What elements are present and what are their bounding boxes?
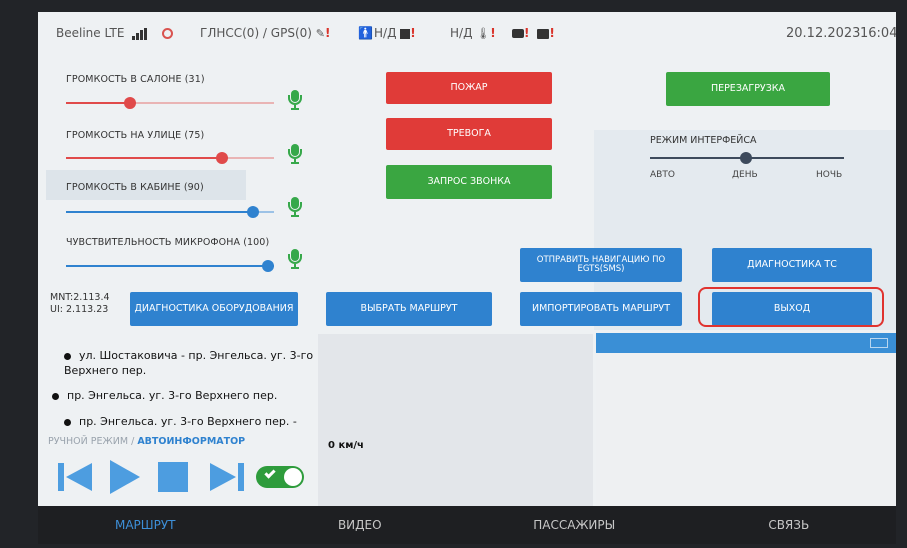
slider-knob[interactable]: [216, 152, 228, 164]
stop-icon[interactable]: [158, 462, 188, 492]
list-item[interactable]: пр. Энгельса. уг. 3-го Верхнего пер. -: [64, 414, 314, 429]
status-bar: Beeline LTE ГЛНСС(0) / GPS(0) ✎! 🚹 Н/Д !…: [38, 12, 896, 54]
autoinformator-toggle[interactable]: [256, 466, 304, 488]
mic-sensitivity-label: ЧУВСТВИТЕЛЬНОСТЬ МИКРОФОНА (100): [66, 237, 270, 248]
value1-warning: !: [410, 26, 416, 40]
thermometer-icon: 🌡: [476, 27, 491, 40]
bullet-icon: [64, 352, 71, 360]
time: 16:04: [860, 26, 896, 41]
microphone-icon[interactable]: [288, 197, 302, 217]
globe-icon: [162, 26, 173, 40]
check-icon: [264, 467, 276, 479]
route-stop-text: ул. Шостаковича - пр. Энгельса. уг. 3-го…: [64, 349, 314, 377]
tab-bar: МАРШРУТ ВИДЕО ПАССАЖИРЫ СВЯЗЬ: [38, 506, 896, 544]
value2-text: Н/Д: [450, 26, 473, 40]
slider-knob[interactable]: [247, 206, 259, 218]
map-area[interactable]: [596, 353, 896, 506]
ui-version: UI: 2.113.23: [50, 304, 109, 315]
tab-video[interactable]: ВИДЕО: [253, 506, 468, 544]
exit-button-highlight: [698, 287, 884, 327]
tab-passengers[interactable]: ПАССАЖИРЫ: [467, 506, 682, 544]
date: 20.12.2023: [786, 26, 861, 41]
network-status: Beeline LTE: [56, 26, 148, 40]
video-area: [318, 334, 593, 506]
reboot-button[interactable]: ПЕРЕЗАГРУЗКА: [666, 72, 830, 106]
cabin-volume-slider[interactable]: [66, 211, 274, 213]
fire-button[interactable]: ПОЖАР: [386, 72, 552, 104]
list-item[interactable]: пр. Энгельса. уг. 3-го Верхнего пер.: [52, 388, 312, 403]
alarm-button[interactable]: ТРЕВОГА: [386, 118, 552, 150]
hw-diag-button[interactable]: ДИАГНОСТИКА ОБОРУДОВАНИЯ: [130, 292, 298, 326]
microphone-icon[interactable]: [288, 90, 302, 110]
value1-text: Н/Д: [374, 26, 397, 40]
bullet-icon: [52, 392, 59, 400]
mic-sensitivity-slider[interactable]: [66, 265, 274, 267]
vehicle-diag-button[interactable]: ДИАГНОСТИКА ТС: [712, 248, 872, 282]
send-nav-button[interactable]: ОТПРАВИТЬ НАВИГАЦИЮ ПО EGTS(SMS): [520, 248, 682, 282]
interface-mode-knob[interactable]: [740, 152, 752, 164]
call-request-button[interactable]: ЗАПРОС ЗВОНКА: [386, 165, 552, 199]
bullet-icon: [64, 418, 71, 426]
device-bezel: Beeline LTE ГЛНСС(0) / GPS(0) ✎! 🚹 Н/Д !…: [0, 0, 907, 548]
microphone-icon[interactable]: [288, 249, 302, 269]
salon-volume-label: ГРОМКОСТЬ В САЛОНЕ (31): [66, 74, 205, 85]
mnt-version: MNT:2.113.4: [50, 292, 110, 303]
street-volume-label: ГРОМКОСТЬ НА УЛИЦЕ (75): [66, 130, 205, 141]
person-icon: 🚹: [358, 26, 373, 40]
map-header: [596, 333, 896, 353]
value1-status: Н/Д !: [374, 26, 416, 40]
screen: Beeline LTE ГЛНСС(0) / GPS(0) ✎! 🚹 Н/Д !…: [38, 12, 896, 544]
select-route-button[interactable]: ВЫБРАТЬ МАРШРУТ: [326, 292, 492, 326]
value2-warning: !: [490, 26, 496, 40]
speed-readout: 0 км/ч: [328, 440, 364, 451]
gnss-warning: !: [325, 26, 331, 40]
printer-icon: [537, 28, 550, 39]
slider-knob[interactable]: [124, 97, 136, 109]
slider-knob[interactable]: [262, 260, 274, 272]
salon-volume-slider[interactable]: [66, 102, 274, 104]
signal-icon: [132, 28, 148, 40]
previous-icon[interactable]: [56, 460, 96, 494]
next-icon[interactable]: [206, 460, 246, 494]
mode-separator: /: [131, 436, 135, 447]
satellite-icon: ✎: [315, 27, 325, 40]
validator-icon: [512, 29, 524, 38]
interface-mode-label: РЕЖИМ ИНТЕРФЕЙСА: [650, 135, 757, 146]
gnss-text: ГЛНСС(0) / GPS(0): [200, 26, 312, 40]
tab-communication[interactable]: СВЯЗЬ: [682, 506, 897, 544]
mode-day[interactable]: ДЕНЬ: [732, 170, 758, 180]
route-stop-text: пр. Энгельса. уг. 3-го Верхнего пер. -: [79, 415, 297, 428]
gnss-status: ГЛНСС(0) / GPS(0) ✎!: [200, 26, 330, 40]
route-stop-text: пр. Энгельса. уг. 3-го Верхнего пер.: [67, 389, 278, 402]
microphone-icon[interactable]: [288, 144, 302, 164]
toggle-knob: [284, 468, 302, 486]
manual-mode-link[interactable]: РУЧНОЙ РЕЖИМ: [48, 436, 128, 447]
version-info: MNT:2.113.4 UI: 2.113.23: [50, 292, 110, 316]
expand-icon[interactable]: [870, 338, 888, 348]
network-name: Beeline LTE: [56, 26, 125, 40]
mode-switch: РУЧНОЙ РЕЖИМ / АВТОИНФОРМАТОР: [48, 436, 245, 447]
tab-route[interactable]: МАРШРУТ: [38, 506, 253, 544]
validator-warning: !: [524, 26, 530, 40]
import-route-button[interactable]: ИМПОРТИРОВАТЬ МАРШРУТ: [520, 292, 682, 326]
list-item[interactable]: ул. Шостаковича - пр. Энгельса. уг. 3-го…: [64, 348, 314, 378]
validator-status: ! !: [512, 26, 555, 40]
value2-status: Н/Д 🌡!: [450, 26, 496, 40]
street-volume-slider[interactable]: [66, 157, 274, 159]
printer-warning: !: [549, 26, 555, 40]
auto-mode-link[interactable]: АВТОИНФОРМАТОР: [137, 436, 245, 447]
play-icon[interactable]: [106, 458, 144, 496]
mode-night[interactable]: НОЧЬ: [816, 170, 842, 180]
mode-auto[interactable]: АВТО: [650, 170, 675, 180]
battery-icon: [400, 28, 411, 39]
cabin-volume-label: ГРОМКОСТЬ В КАБИНЕ (90): [66, 182, 204, 193]
